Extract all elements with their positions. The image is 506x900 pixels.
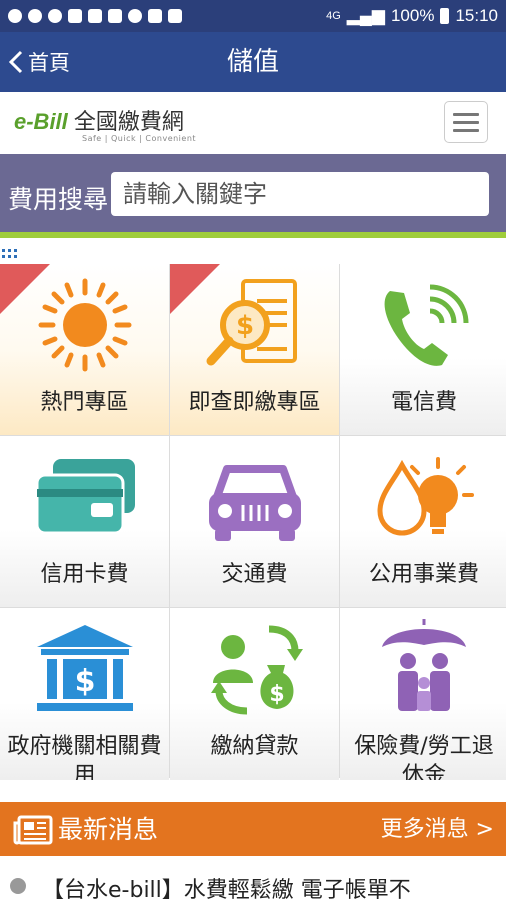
wifi-calling-icon bbox=[68, 9, 82, 23]
tile-label: 熱門專區 bbox=[40, 390, 129, 415]
top-nav-bar: 首頁 儲值 bbox=[0, 32, 506, 92]
car-icon bbox=[208, 465, 301, 541]
logo-tagline: Safe | Quick | Convenient bbox=[82, 134, 197, 143]
notification-icons bbox=[8, 9, 182, 23]
fee-search-bar: 費用搜尋 bbox=[0, 154, 506, 232]
svg-text:$: $ bbox=[235, 311, 253, 341]
sun-icon bbox=[38, 278, 131, 372]
gallery-icon bbox=[108, 9, 122, 23]
status-bar: 4G ▂▄▆ 100% 15:10 bbox=[0, 0, 506, 32]
tile-label: 公用事業費 bbox=[368, 562, 479, 587]
svg-text:$: $ bbox=[74, 664, 95, 699]
facebook-icon bbox=[28, 9, 42, 23]
more-news-link[interactable]: 更多消息 > bbox=[381, 802, 494, 858]
tile-utilities[interactable]: 公用事業費 bbox=[340, 436, 506, 607]
tile-government[interactable]: $ 政府機關相關費用 bbox=[0, 608, 169, 780]
magnifier-bill-icon: $ bbox=[206, 279, 297, 366]
menu-line bbox=[453, 112, 479, 116]
tile-hot-zone[interactable]: 熱門專區 bbox=[0, 264, 169, 435]
phone-icon bbox=[384, 284, 469, 366]
battery-percent: 100% bbox=[390, 6, 435, 25]
hamburger-menu-button[interactable] bbox=[444, 101, 488, 143]
news-title: 最新消息 bbox=[58, 815, 159, 844]
ebill-logo[interactable]: e-Bill 全國繳費網 Safe | Quick | Convenient bbox=[14, 104, 204, 144]
logo-title-text: 全國繳費網 bbox=[73, 109, 184, 134]
water-lightbulb-icon bbox=[377, 457, 474, 536]
clock: 15:10 bbox=[455, 6, 498, 25]
loan-icon: $ bbox=[210, 625, 303, 715]
battery-icon bbox=[440, 8, 450, 24]
menu-line bbox=[453, 128, 479, 132]
tile-label: 信用卡費 bbox=[40, 562, 129, 587]
search-label: 費用搜尋 bbox=[8, 185, 109, 214]
shopping-bag-icon bbox=[88, 9, 102, 23]
back-button[interactable]: 首頁 bbox=[8, 32, 70, 92]
menu-line bbox=[453, 120, 479, 124]
newspaper-icon bbox=[13, 815, 53, 845]
tile-credit-card[interactable]: 信用卡費 bbox=[0, 436, 169, 607]
latest-news-header: 最新消息 更多消息 > bbox=[0, 802, 506, 856]
tile-label: 繳納貸款 bbox=[210, 734, 299, 759]
category-grid: 熱門專區 $ 即查即繳專區 電信費 信用卡費 交通費 公用事業費 $ 政府機關相… bbox=[0, 264, 506, 780]
tile-label: 即查即繳專區 bbox=[188, 390, 321, 415]
family-umbrella-icon bbox=[382, 619, 466, 711]
tile-label: 保險費/勞工退休金 bbox=[354, 734, 494, 780]
tile-insurance[interactable]: 保險費/勞工退休金 bbox=[340, 608, 506, 780]
news-list-item[interactable]: 【台水e-bill】水費輕鬆繳 電子帳單不 bbox=[0, 866, 506, 900]
tile-instant-pay[interactable]: $ 即查即繳專區 bbox=[170, 264, 339, 435]
page-title: 儲值 bbox=[226, 47, 279, 77]
sync-icon bbox=[128, 9, 142, 23]
back-label: 首頁 bbox=[28, 51, 70, 75]
signal-bars-icon: ▂▄▆ bbox=[346, 6, 385, 25]
chevron-left-icon bbox=[8, 50, 23, 74]
search-input[interactable] bbox=[111, 172, 489, 216]
logo-ebill-text: e-Bill bbox=[14, 109, 68, 134]
credit-card-icon bbox=[35, 459, 135, 535]
grid-dots-icon bbox=[2, 249, 17, 258]
instagram-icon bbox=[168, 9, 182, 23]
facebook-icon bbox=[8, 9, 22, 23]
brand-bar: e-Bill 全國繳費網 Safe | Quick | Convenient bbox=[0, 92, 506, 154]
news-item-text: 【台水e-bill】水費輕鬆繳 電子帳單不 bbox=[42, 878, 411, 900]
tile-loan[interactable]: $ 繳納貸款 bbox=[170, 608, 339, 780]
bullet-icon bbox=[10, 878, 26, 894]
chat-icon bbox=[48, 9, 62, 23]
divider-line bbox=[0, 232, 506, 238]
tile-label: 電信費 bbox=[390, 390, 457, 415]
svg-text:$: $ bbox=[269, 682, 284, 707]
tile-label: 交通費 bbox=[221, 562, 288, 587]
government-building-icon: $ bbox=[36, 625, 133, 711]
tile-transport[interactable]: 交通費 bbox=[170, 436, 339, 607]
flipboard-icon bbox=[148, 9, 162, 23]
tile-telecom[interactable]: 電信費 bbox=[340, 264, 506, 435]
tile-label: 政府機關相關費用 bbox=[7, 734, 162, 780]
signal-icon: 4G bbox=[326, 10, 341, 22]
